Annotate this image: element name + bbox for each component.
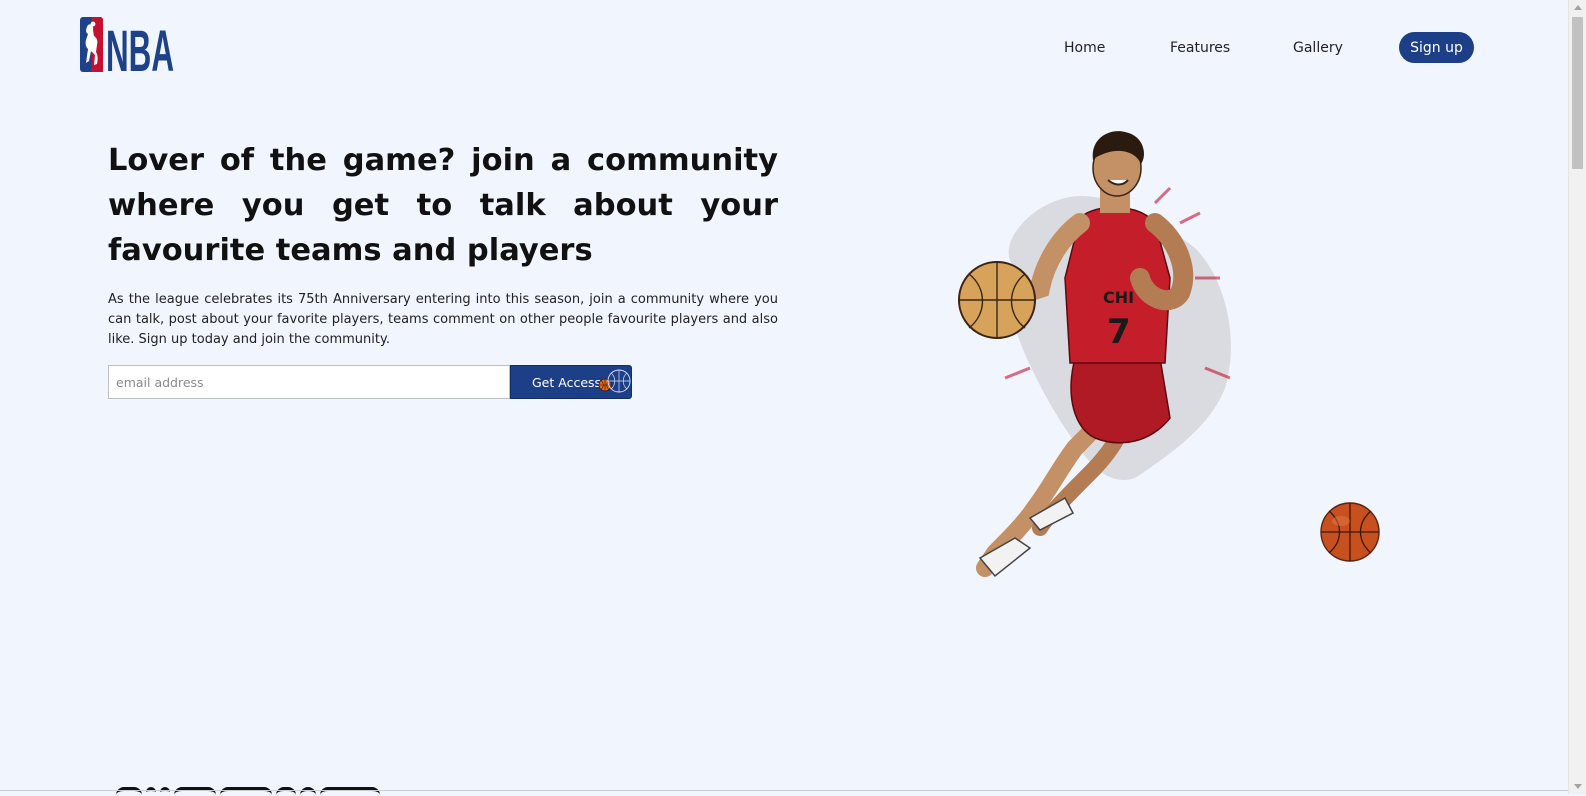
page-scrollbar[interactable] xyxy=(1568,0,1586,794)
nav-features-link[interactable]: Features xyxy=(1170,40,1230,56)
basketball-player-illustration: CHI 7 xyxy=(958,131,1231,578)
email-input[interactable] xyxy=(108,365,510,399)
nav-home-link[interactable]: Home xyxy=(1064,40,1105,56)
signup-button[interactable]: Sign up xyxy=(1399,32,1474,63)
section-divider xyxy=(0,790,1569,791)
basketball-icon xyxy=(1320,502,1380,562)
get-access-button[interactable]: Get Access xyxy=(510,365,632,399)
scroll-up-arrow-icon[interactable] xyxy=(1574,5,1582,10)
nba-logo-icon[interactable]: NBA xyxy=(80,17,174,73)
nav-gallery-link[interactable]: Gallery xyxy=(1293,40,1343,56)
next-section-heading-peek xyxy=(116,786,406,796)
svg-text:CHI: CHI xyxy=(1103,288,1134,307)
get-access-label: Get Access xyxy=(532,374,602,390)
logo-text: NBA xyxy=(106,19,174,73)
hero-title: Lover of the game? join a community wher… xyxy=(108,143,778,268)
basketball-icon xyxy=(598,369,631,393)
scrollbar-thumb[interactable] xyxy=(1572,17,1583,169)
hero-description: As the league celebrates its 75th Annive… xyxy=(108,292,778,347)
scroll-down-arrow-icon[interactable] xyxy=(1574,784,1582,789)
svg-text:7: 7 xyxy=(1107,312,1131,352)
